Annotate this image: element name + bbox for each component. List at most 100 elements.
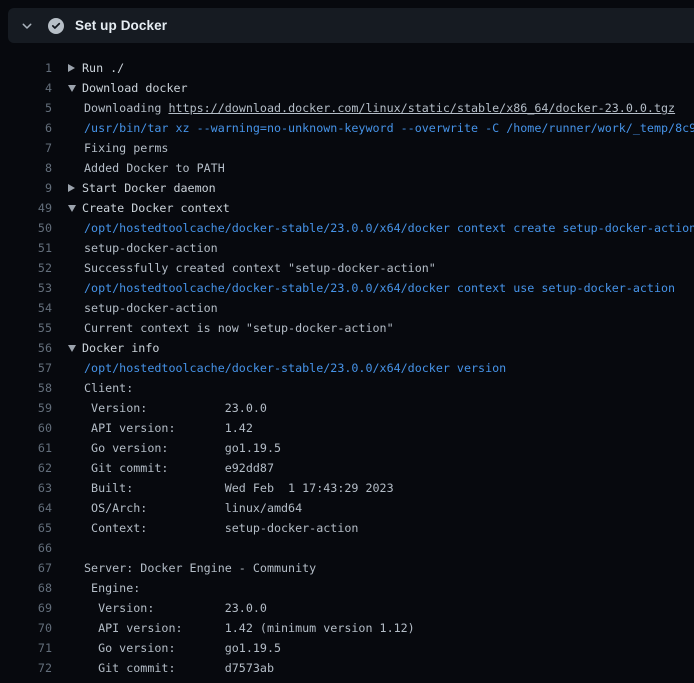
line-number[interactable]: 55 [0,318,52,338]
log-line: 60 API version: 1.42 [0,418,694,438]
line-content: Version: 23.0.0 [68,598,694,618]
log-line: 68 Engine: [0,578,694,598]
check-circle-icon [48,18,64,34]
line-number[interactable]: 63 [0,478,52,498]
line-number[interactable]: 8 [0,158,52,178]
line-number[interactable]: 6 [0,118,52,138]
log-group-line[interactable]: 9 Start Docker daemon [0,178,694,198]
line-number[interactable]: 4 [0,78,52,98]
step-title: Set up Docker [75,18,167,33]
log-command-text: /opt/hostedtoolcache/docker-stable/23.0.… [84,278,675,298]
line-number[interactable]: 66 [0,538,52,558]
line-number[interactable]: 56 [0,338,52,358]
line-number[interactable]: 71 [0,638,52,658]
line-number[interactable]: 58 [0,378,52,398]
chevron-down-icon[interactable] [21,20,33,32]
line-number[interactable]: 7 [0,138,52,158]
log-link[interactable]: https://download.docker.com/linux/static… [168,98,675,118]
log-text: Version: 23.0.0 [84,398,267,418]
triangle-glyph [68,64,75,72]
log-text: Git commit: d7573ab [84,658,274,678]
log-command-text: /opt/hostedtoolcache/docker-stable/23.0.… [84,358,506,378]
line-content: Git commit: d7573ab [68,658,694,678]
line-number[interactable]: 65 [0,518,52,538]
log-line: 57/opt/hostedtoolcache/docker-stable/23.… [0,358,694,378]
triangle-down-icon[interactable] [68,85,82,92]
log-text: Added Docker to PATH [84,158,225,178]
log-text: Go version: go1.19.5 [84,438,281,458]
log-line: 66 [0,538,694,558]
log-group-line[interactable]: 56 Docker info [0,338,694,358]
line-content: API version: 1.42 [68,418,694,438]
line-number[interactable]: 52 [0,258,52,278]
log-command-text: /usr/bin/tar xz --warning=no-unknown-key… [84,118,694,138]
line-number[interactable]: 72 [0,658,52,678]
group-title[interactable]: Docker info [82,338,159,358]
log-line: 55Current context is now "setup-docker-a… [0,318,694,338]
line-number[interactable]: 69 [0,598,52,618]
log-line: 71 Go version: go1.19.5 [0,638,694,658]
log-line: 59 Version: 23.0.0 [0,398,694,418]
log-group-line[interactable]: 4 Download docker [0,78,694,98]
line-content: setup-docker-action [68,298,694,318]
group-title[interactable]: Start Docker daemon [82,178,216,198]
line-content: Version: 23.0.0 [68,398,694,418]
triangle-down-icon[interactable] [68,345,82,352]
line-number[interactable]: 57 [0,358,52,378]
log-line: 54 setup-docker-action [0,298,694,318]
line-number[interactable]: 60 [0,418,52,438]
line-content: /opt/hostedtoolcache/docker-stable/23.0.… [68,358,694,378]
line-number[interactable]: 1 [0,58,52,78]
line-content: Context: setup-docker-action [68,518,694,538]
log-line: 53/opt/hostedtoolcache/docker-stable/23.… [0,278,694,298]
step-header[interactable]: Set up Docker [8,8,694,43]
log-command-text: /opt/hostedtoolcache/docker-stable/23.0.… [84,218,694,238]
line-number[interactable]: 5 [0,98,52,118]
log-line: 52 Successfully created context "setup-do… [0,258,694,278]
log-line: 61 Go version: go1.19.5 [0,438,694,458]
line-number[interactable]: 64 [0,498,52,518]
log-text: Git commit: e92dd87 [84,458,274,478]
group-title[interactable]: Run ./ [82,58,124,78]
log-text: setup-docker-action [84,298,218,318]
log-viewer: 1 Run ./ 4 Download docker 5 Downloading http… [0,43,694,683]
triangle-glyph [68,184,75,192]
line-number[interactable]: 70 [0,618,52,638]
log-line: 70 API version: 1.42 (minimum version 1.… [0,618,694,638]
line-content: Git commit: e92dd87 [68,458,694,478]
line-number[interactable]: 54 [0,298,52,318]
group-title[interactable]: Create Docker context [82,198,230,218]
log-text: Version: 23.0.0 [84,598,267,618]
line-content: Download docker [68,78,694,98]
line-content: Run ./ [68,58,694,78]
triangle-glyph [68,85,76,92]
log-line: 51setup-docker-action [0,238,694,258]
log-text: Built: Wed Feb 1 17:43:29 2023 [84,478,394,498]
line-content: Downloading https://download.docker.com/… [68,98,694,118]
log-text: OS/Arch: linux/amd64 [84,498,302,518]
line-number[interactable]: 9 [0,178,52,198]
line-number[interactable]: 61 [0,438,52,458]
line-content: Client: [68,378,694,398]
triangle-down-icon[interactable] [68,205,82,212]
line-number[interactable]: 62 [0,458,52,478]
group-title[interactable]: Download docker [82,78,188,98]
line-number[interactable]: 67 [0,558,52,578]
line-content: /usr/bin/tar xz --warning=no-unknown-key… [68,118,694,138]
triangle-right-icon[interactable] [68,64,82,72]
log-text: Successfully created context "setup-dock… [84,258,436,278]
line-number[interactable]: 59 [0,398,52,418]
log-group-line[interactable]: 1 Run ./ [0,58,694,78]
triangle-right-icon[interactable] [68,184,82,192]
line-number[interactable]: 68 [0,578,52,598]
log-group-line[interactable]: 49 Create Docker context [0,198,694,218]
line-number[interactable]: 50 [0,218,52,238]
triangle-glyph [68,205,76,212]
line-number[interactable]: 51 [0,238,52,258]
line-content: Go version: go1.19.5 [68,638,694,658]
log-text: Context: setup-docker-action [84,518,358,538]
line-content: Go version: go1.19.5 [68,438,694,458]
line-number[interactable]: 53 [0,278,52,298]
line-number[interactable]: 49 [0,198,52,218]
triangle-glyph [68,345,76,352]
